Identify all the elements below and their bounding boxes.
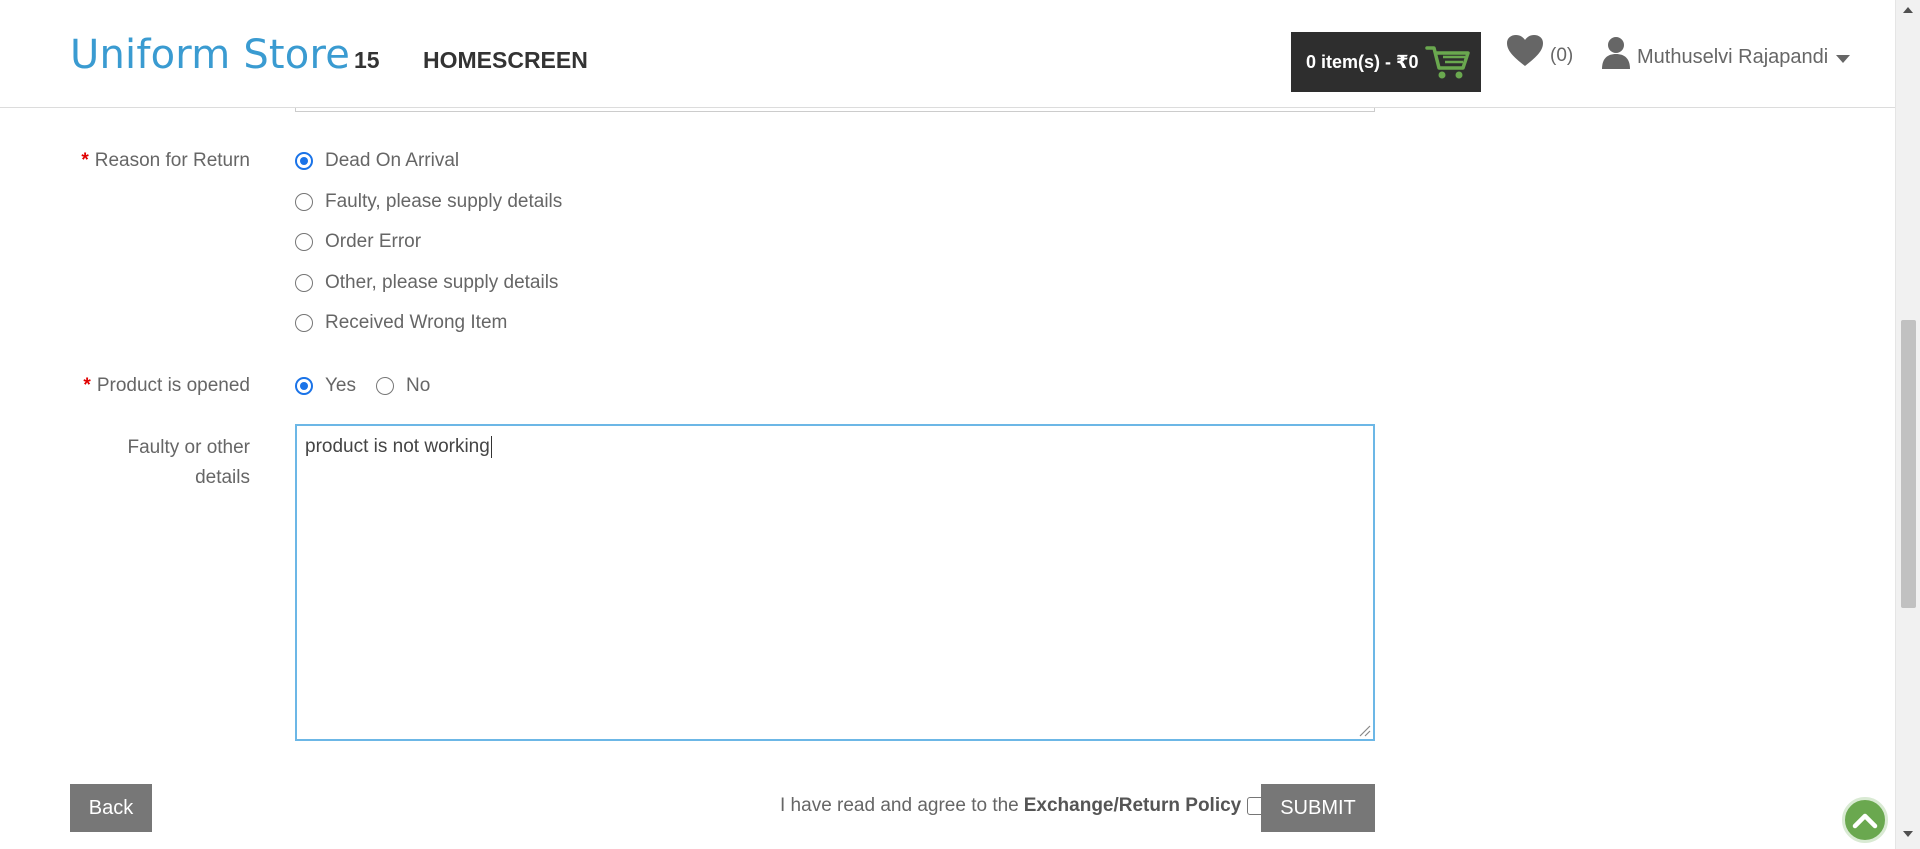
cart-summary: 0 item(s) - ₹0 bbox=[1306, 51, 1419, 72]
text-cursor bbox=[490, 436, 492, 458]
heart-icon bbox=[1507, 35, 1543, 66]
cart-button[interactable]: 0 item(s) - ₹0 bbox=[1291, 32, 1481, 92]
required-marker: * bbox=[83, 375, 91, 396]
reason-for-return-label: * Reason for Return bbox=[81, 150, 250, 171]
chevron-up-icon bbox=[1852, 813, 1878, 829]
user-icon bbox=[1602, 37, 1630, 69]
wishlist-link[interactable]: (0) bbox=[1506, 34, 1573, 68]
scroll-up-arrow-icon[interactable] bbox=[1903, 6, 1913, 14]
back-button[interactable]: Back bbox=[70, 784, 152, 832]
user-name: Muthuselvi Rajapandi bbox=[1637, 45, 1829, 68]
required-marker: * bbox=[81, 150, 89, 171]
scroll-down-arrow-icon[interactable] bbox=[1903, 830, 1913, 838]
reason-option-order-error[interactable]: Order Error bbox=[295, 231, 421, 253]
nav-item-homescreen[interactable]: HOMESCREEN bbox=[423, 47, 588, 74]
resize-handle-icon[interactable] bbox=[1357, 723, 1371, 737]
radio-opened-yes[interactable] bbox=[295, 377, 313, 395]
policy-agreement: I have read and agree to the Exchange/Re… bbox=[780, 795, 1266, 817]
agree-text: I have read and agree to the bbox=[780, 795, 1019, 816]
details-label: Faulty or other details bbox=[127, 437, 251, 488]
brand-logo[interactable]: Uniform Store bbox=[70, 32, 350, 78]
radio-other[interactable] bbox=[295, 274, 313, 292]
site-header: Uniform Store 15 HOMESCREEN 0 item(s) - … bbox=[0, 0, 1895, 108]
scroll-to-top-button[interactable] bbox=[1842, 797, 1888, 843]
details-textarea[interactable]: product is not working bbox=[295, 424, 1375, 741]
radio-faulty[interactable] bbox=[295, 193, 313, 211]
page-scrollbar[interactable] bbox=[1895, 0, 1920, 849]
radio-opened-no[interactable] bbox=[376, 377, 394, 395]
radio-dead-on-arrival[interactable] bbox=[295, 152, 313, 170]
radio-wrong-item[interactable] bbox=[295, 314, 313, 332]
nav-item-number[interactable]: 15 bbox=[354, 47, 380, 74]
user-menu[interactable]: Muthuselvi Rajapandi bbox=[1601, 36, 1851, 70]
submit-button[interactable]: SUBMIT bbox=[1261, 784, 1375, 832]
reason-option-other[interactable]: Other, please supply details bbox=[295, 272, 558, 294]
reason-option-wrong-item[interactable]: Received Wrong Item bbox=[295, 312, 507, 334]
radio-order-error[interactable] bbox=[295, 233, 313, 251]
exchange-return-policy-link[interactable]: Exchange/Return Policy bbox=[1024, 795, 1242, 817]
opened-option-yes[interactable]: Yes bbox=[295, 375, 356, 397]
chevron-down-icon bbox=[1836, 55, 1851, 63]
reason-option-faulty[interactable]: Faulty, please supply details bbox=[295, 191, 562, 213]
wishlist-count: (0) bbox=[1550, 45, 1574, 66]
opened-option-no[interactable]: No bbox=[376, 375, 430, 397]
shopping-cart-icon bbox=[1425, 46, 1470, 79]
product-opened-label: * Product is opened bbox=[83, 375, 250, 396]
reason-option-dead-on-arrival[interactable]: Dead On Arrival bbox=[295, 150, 459, 172]
details-text: product is not working bbox=[305, 436, 490, 458]
scrollbar-thumb[interactable] bbox=[1901, 320, 1916, 608]
